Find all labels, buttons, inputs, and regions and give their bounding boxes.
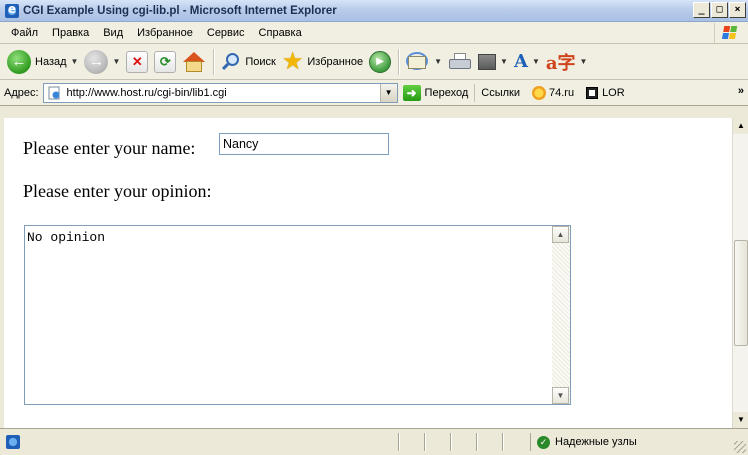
address-dropdown-icon[interactable]: ▼ xyxy=(379,83,397,102)
windows-logo-icon xyxy=(714,23,744,43)
home-icon xyxy=(182,51,206,73)
links-separator xyxy=(474,83,476,102)
more-links-icon[interactable]: » xyxy=(738,85,744,97)
standard-toolbar: ← Назад ▼ → ▼ ✕ ⟳ Поиск ★ Избранное ▶ ▼ … xyxy=(0,44,748,80)
link-lor-label: LOR xyxy=(602,86,625,99)
maximize-button[interactable]: □ xyxy=(711,2,728,18)
edit-dropdown-icon[interactable]: ▼ xyxy=(500,57,508,66)
window-controls: _ □ × xyxy=(693,2,746,18)
link-lor[interactable]: LOR xyxy=(586,86,625,99)
link-74ru-label: 74.ru xyxy=(548,86,575,99)
page-scroll-thumb[interactable] xyxy=(734,240,748,346)
status-bar: ✓ Надежные узлы xyxy=(0,428,748,455)
menu-bar: Файл Правка Вид Избранное Сервис Справка xyxy=(0,22,748,44)
name-input[interactable] xyxy=(219,133,389,155)
scroll-up-icon[interactable]: ▲ xyxy=(552,226,569,243)
refresh-button[interactable]: ⟳ xyxy=(151,47,179,77)
menu-tools[interactable]: Сервис xyxy=(200,27,252,39)
toolbar-separator xyxy=(398,48,400,75)
menu-view[interactable]: Вид xyxy=(96,27,130,39)
page-icon xyxy=(48,86,60,99)
menu-edit[interactable]: Правка xyxy=(45,27,96,39)
status-page-icon xyxy=(6,435,20,449)
language-icon: a字 xyxy=(545,52,576,74)
mail-dropdown-icon[interactable]: ▼ xyxy=(434,57,442,66)
back-dropdown-icon[interactable]: ▼ xyxy=(71,57,79,66)
forward-arrow-icon: → xyxy=(84,49,109,74)
back-label: Назад xyxy=(35,55,67,68)
resize-grip-icon[interactable] xyxy=(734,441,746,453)
forward-dropdown-icon[interactable]: ▼ xyxy=(112,57,120,66)
edit-icon xyxy=(478,53,497,70)
minimize-button[interactable]: _ xyxy=(693,2,710,18)
media-icon: ▶ xyxy=(369,50,392,73)
stop-icon: ✕ xyxy=(126,50,149,73)
font-size-button[interactable]: A ▼ xyxy=(511,47,543,77)
status-panel xyxy=(450,433,476,451)
go-arrow-icon: ➜ xyxy=(402,84,421,101)
name-label: Please enter your name: xyxy=(23,138,196,158)
search-label: Поиск xyxy=(245,55,276,68)
page-scroll-up-icon[interactable]: ▲ xyxy=(733,118,748,134)
opinion-label: Please enter your opinion: xyxy=(23,181,212,201)
encoding-button[interactable]: a字 ▼ xyxy=(543,47,591,77)
media-button[interactable]: ▶ xyxy=(366,47,394,77)
edit-button[interactable]: ▼ xyxy=(475,47,511,77)
printer-icon xyxy=(448,52,472,72)
scroll-down-icon[interactable]: ▼ xyxy=(552,387,569,404)
font-size-dropdown-icon[interactable]: ▼ xyxy=(532,57,540,66)
mail-button[interactable]: ▼ xyxy=(403,47,445,77)
font-size-icon: A xyxy=(513,51,528,72)
page-scroll-down-icon[interactable]: ▼ xyxy=(733,412,748,428)
close-button[interactable]: × xyxy=(729,2,746,18)
address-input[interactable] xyxy=(66,86,367,99)
forward-button[interactable]: → ▼ xyxy=(81,47,123,77)
favorites-label: Избранное xyxy=(307,55,364,68)
back-arrow-icon: ← xyxy=(7,49,31,74)
status-panel xyxy=(398,433,424,451)
status-panel xyxy=(424,433,450,451)
home-button[interactable] xyxy=(179,47,209,77)
title-bar: CGI Example Using cgi-lib.pl - Microsoft… xyxy=(0,0,748,22)
security-zone[interactable]: ✓ Надежные узлы xyxy=(530,433,730,451)
address-field[interactable]: ▼ xyxy=(42,82,398,103)
textarea-scrollbar[interactable]: ▲ ▼ xyxy=(552,226,570,404)
lor-icon xyxy=(586,86,599,99)
address-bar: Адрес: ▼ ➜ Переход Ссылки 74.ru LOR » xyxy=(0,80,748,106)
search-icon xyxy=(221,52,241,72)
star-icon: ★ xyxy=(281,47,304,75)
sun-icon xyxy=(531,85,546,100)
trusted-zone-icon: ✓ xyxy=(537,435,550,449)
print-button[interactable] xyxy=(445,47,475,77)
status-panel xyxy=(476,433,502,451)
links-label[interactable]: Ссылки xyxy=(481,87,520,99)
menu-help[interactable]: Справка xyxy=(252,27,309,39)
encoding-dropdown-icon[interactable]: ▼ xyxy=(580,57,588,66)
opinion-textarea[interactable]: No opinion xyxy=(25,226,552,404)
back-button[interactable]: ← Назад ▼ xyxy=(4,47,81,77)
page-content: Please enter your name: Please enter you… xyxy=(4,118,732,428)
toolbar-separator xyxy=(213,48,215,75)
stop-button[interactable]: ✕ xyxy=(123,47,151,77)
status-panels xyxy=(398,433,528,451)
opinion-textarea-box: No opinion ▲ ▼ xyxy=(24,225,571,405)
menu-file[interactable]: Файл xyxy=(4,27,45,39)
status-panel xyxy=(502,433,528,451)
refresh-icon: ⟳ xyxy=(154,50,177,73)
search-button[interactable]: Поиск xyxy=(218,47,278,77)
zone-label: Надежные узлы xyxy=(555,436,637,448)
go-label: Переход xyxy=(424,86,469,99)
ie-app-icon[interactable] xyxy=(5,2,19,18)
mail-icon xyxy=(406,51,430,72)
link-74ru[interactable]: 74.ru xyxy=(531,85,575,100)
address-label: Адрес: xyxy=(4,86,39,99)
page-scrollbar[interactable]: ▲ ▼ xyxy=(732,118,748,428)
menu-favorites[interactable]: Избранное xyxy=(130,27,200,39)
go-button[interactable]: ➜ Переход xyxy=(402,84,469,101)
favorites-button[interactable]: ★ Избранное xyxy=(279,47,366,77)
window-title: CGI Example Using cgi-lib.pl - Microsoft… xyxy=(23,4,337,17)
